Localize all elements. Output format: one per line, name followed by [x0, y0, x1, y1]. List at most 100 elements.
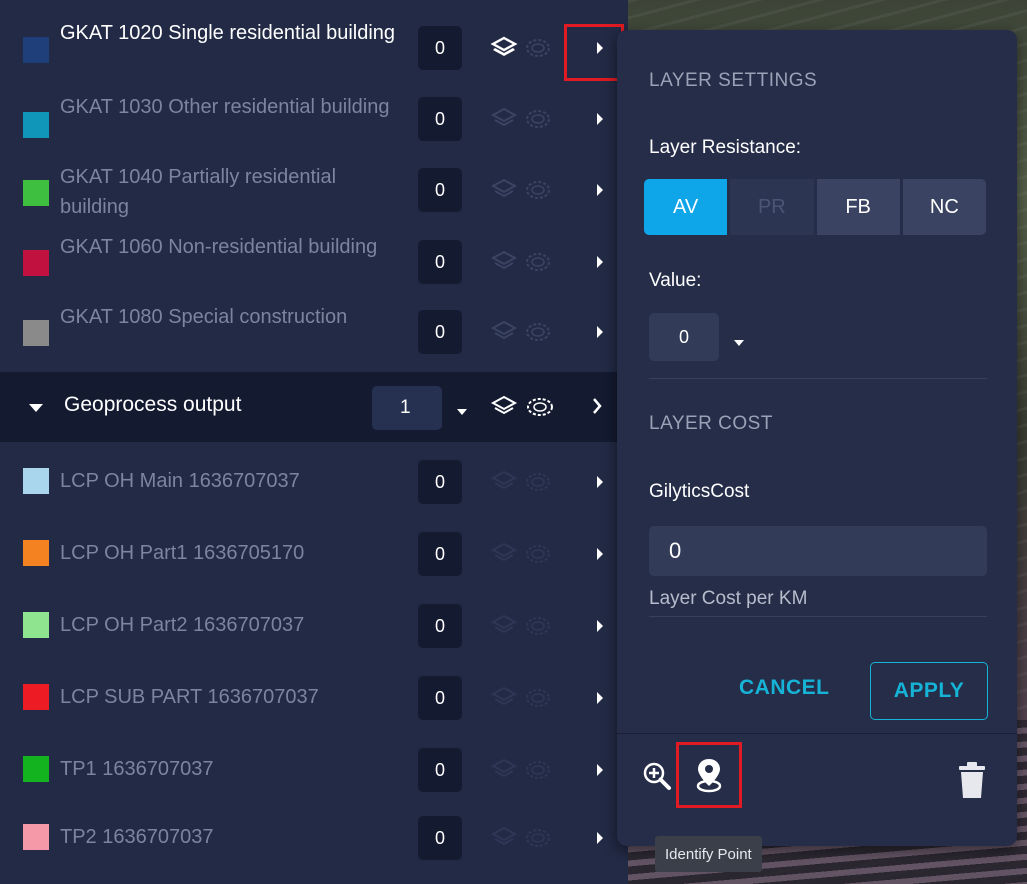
resistance-option-nc[interactable]: NC [902, 179, 986, 235]
resistance-segmented-control: AV PR FB NC [644, 179, 986, 235]
visibility-icon[interactable] [524, 825, 552, 851]
layer-count-box[interactable]: 0 [418, 310, 462, 354]
layer-color-swatch [23, 612, 49, 638]
chevron-right-icon[interactable] [593, 616, 607, 636]
layers-icon[interactable] [490, 757, 518, 783]
layer-label: GKAT 1060 Non-residential building [60, 236, 378, 258]
layer-toggle-group [490, 823, 560, 853]
visibility-icon[interactable] [524, 685, 552, 711]
layer-toggle-group [490, 755, 560, 785]
visibility-icon[interactable] [524, 469, 552, 495]
caret-down-icon[interactable] [28, 400, 44, 418]
resistance-option-pr[interactable]: PR [730, 179, 814, 235]
caret-down-icon[interactable] [456, 403, 468, 421]
layer-toggle-group [490, 539, 560, 569]
layer-settings-panel: LAYER SETTINGS Layer Resistance: AV PR F… [617, 30, 1017, 846]
layer-row[interactable]: LCP SUB PART 1636707037 0 [8, 662, 622, 734]
resistance-option-fb[interactable]: FB [816, 179, 900, 235]
layer-label: LCP OH Main 1636707037 [60, 470, 300, 492]
caret-down-icon[interactable] [733, 334, 745, 352]
visibility-icon[interactable] [524, 177, 552, 203]
group-count-box[interactable]: 1 [372, 386, 442, 430]
visibility-icon[interactable] [524, 249, 552, 275]
group-toggle-group [490, 392, 560, 422]
layer-count-box[interactable]: 0 [418, 748, 462, 792]
layers-icon[interactable] [490, 469, 518, 495]
layers-icon[interactable] [490, 35, 518, 61]
chevron-right-icon[interactable] [593, 322, 607, 342]
layer-count-box[interactable]: 0 [418, 97, 462, 141]
chevron-right-icon[interactable] [593, 688, 607, 708]
identify-point-button[interactable] [676, 742, 742, 808]
layer-count-box[interactable]: 0 [418, 532, 462, 576]
layer-label: LCP OH Part2 1636707037 [60, 614, 305, 636]
apply-button[interactable]: APPLY [870, 662, 988, 720]
layers-icon[interactable] [490, 541, 518, 567]
chevron-right-icon[interactable] [593, 828, 607, 848]
layer-color-swatch [23, 112, 49, 138]
group-row[interactable]: Geoprocess output 1 [0, 372, 628, 442]
layers-icon[interactable] [490, 394, 518, 420]
visibility-icon[interactable] [524, 35, 552, 61]
cancel-button[interactable]: CANCEL [739, 676, 830, 700]
layer-row[interactable]: LCP OH Part2 1636707037 0 [8, 590, 622, 662]
layer-color-swatch [23, 540, 49, 566]
visibility-icon[interactable] [524, 394, 556, 420]
chevron-right-icon[interactable] [590, 396, 604, 416]
trash-icon[interactable] [957, 762, 987, 800]
divider [649, 616, 987, 617]
visibility-icon[interactable] [524, 613, 552, 639]
layers-icon[interactable] [490, 825, 518, 851]
layer-count-box[interactable]: 0 [418, 240, 462, 284]
layer-row[interactable]: LCP OH Main 1636707037 0 [8, 446, 622, 518]
layer-label: LCP SUB PART 1636707037 [60, 686, 319, 708]
layer-list: GKAT 1020 Single residential building 0 … [0, 0, 628, 884]
visibility-icon[interactable] [524, 757, 552, 783]
identify-point-icon [696, 759, 722, 793]
layer-count-box[interactable]: 0 [418, 460, 462, 504]
layer-count-box[interactable]: 0 [418, 26, 462, 70]
chevron-right-icon[interactable] [593, 180, 607, 200]
layer-label: GKAT 1020 Single residential building [60, 22, 396, 44]
layer-count-box[interactable]: 0 [418, 676, 462, 720]
visibility-icon[interactable] [524, 541, 552, 567]
layer-color-swatch [23, 37, 49, 63]
layer-row[interactable]: GKAT 1030 Other residential building 0 [8, 86, 622, 162]
cost-input[interactable]: 0 [649, 526, 987, 576]
layer-label: GKAT 1030 Other residential building [60, 96, 390, 118]
layer-toggle-group [490, 683, 560, 713]
layer-row[interactable]: GKAT 1040 Partially residential building… [8, 158, 622, 230]
layers-icon[interactable] [490, 177, 518, 203]
chevron-right-icon[interactable] [593, 760, 607, 780]
layer-color-swatch [23, 468, 49, 494]
chevron-right-icon[interactable] [593, 109, 607, 129]
layers-icon[interactable] [490, 249, 518, 275]
layers-icon[interactable] [490, 685, 518, 711]
chevron-right-icon[interactable] [593, 472, 607, 492]
layer-row[interactable]: LCP OH Part1 1636705170 0 [8, 518, 622, 590]
layer-row[interactable]: GKAT 1020 Single residential building 0 [8, 10, 622, 86]
layer-color-swatch [23, 320, 49, 346]
zoom-in-icon[interactable] [641, 760, 675, 794]
value-label: Value: [649, 270, 702, 291]
layer-row[interactable]: GKAT 1060 Non-residential building 0 [8, 228, 622, 300]
layers-icon[interactable] [490, 106, 518, 132]
layer-cost-heading: LAYER COST [649, 413, 773, 434]
layer-count-box[interactable]: 0 [418, 168, 462, 212]
layer-label: GKAT 1040 Partially residential building [60, 166, 337, 218]
chevron-right-icon[interactable] [593, 544, 607, 564]
layer-count-box[interactable]: 0 [418, 604, 462, 648]
layers-icon[interactable] [490, 319, 518, 345]
layers-icon[interactable] [490, 613, 518, 639]
layer-count-box[interactable]: 0 [418, 816, 462, 860]
resistance-option-av[interactable]: AV [644, 179, 728, 235]
visibility-icon[interactable] [524, 106, 552, 132]
value-select[interactable]: 0 [649, 313, 719, 361]
layer-label: GKAT 1080 Special construction [60, 306, 348, 328]
chevron-right-icon[interactable] [593, 252, 607, 272]
visibility-icon[interactable] [524, 319, 552, 345]
layer-row[interactable]: GKAT 1080 Special construction 0 [8, 298, 622, 370]
layer-row[interactable]: TP1 1636707037 0 [8, 734, 622, 806]
cost-field-label: GilyticsCost [649, 481, 750, 502]
layer-row[interactable]: TP2 1636707037 0 [8, 806, 622, 878]
